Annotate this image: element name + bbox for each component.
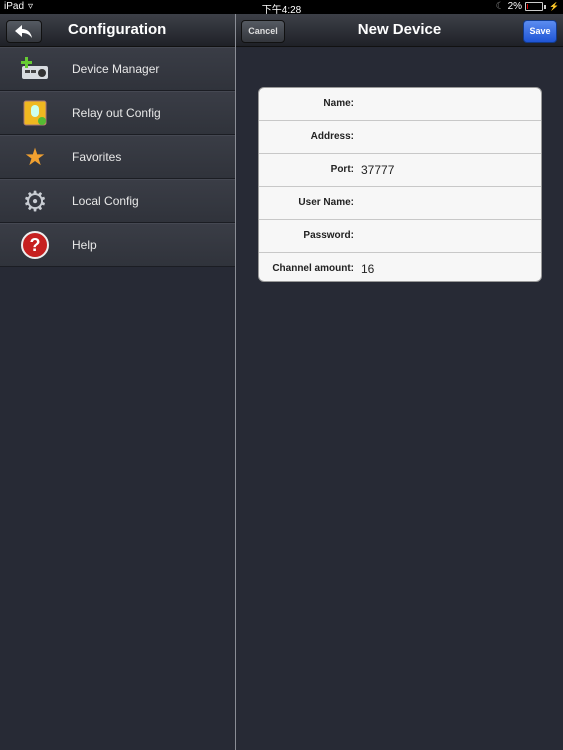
battery-percent: 2%	[507, 1, 523, 12]
field-label: Port:	[330, 164, 354, 175]
page-title: Configuration	[68, 21, 167, 38]
left-navbar: Configuration	[0, 14, 235, 47]
detail-title: New Device	[357, 21, 442, 38]
new-device-form: Name: Address: Port: 37777 User Name: Pa…	[258, 87, 542, 282]
sidebar-item-label: Favorites	[72, 150, 122, 164]
back-button[interactable]	[6, 20, 42, 43]
sidebar-item-local-config[interactable]: ⚙ Local Config	[0, 179, 235, 223]
save-button[interactable]: Save	[523, 20, 557, 43]
sidebar-item-favorites[interactable]: ★ Favorites	[0, 135, 235, 179]
port-field[interactable]: 37777	[361, 154, 394, 186]
field-label: Address:	[310, 131, 354, 142]
status-bar: iPad ▿ 下午4:28 ☾ 2% ⚡	[0, 0, 563, 16]
back-arrow-icon	[15, 25, 32, 38]
sidebar-item-help[interactable]: ? Help	[0, 223, 235, 267]
field-label: User Name:	[298, 197, 354, 208]
sidebar-item-device-manager[interactable]: Device Manager	[0, 47, 235, 91]
split-divider	[235, 14, 236, 750]
right-navbar: Cancel New Device Save	[236, 14, 563, 47]
username-row[interactable]: User Name:	[259, 187, 541, 220]
star-icon: ★	[24, 143, 46, 171]
password-row[interactable]: Password:	[259, 220, 541, 253]
address-row[interactable]: Address:	[259, 121, 541, 154]
sidebar-item-label: Help	[72, 238, 97, 252]
port-row[interactable]: Port: 37777	[259, 154, 541, 187]
moon-icon: ☾	[495, 1, 505, 12]
gear-icon: ⚙	[22, 185, 48, 217]
sidebar-item-label: Local Config	[72, 194, 139, 208]
relay-config-icon	[19, 99, 51, 127]
sidebar-item-label: Device Manager	[72, 62, 160, 76]
channel-amount-field[interactable]: 16	[361, 253, 374, 281]
help-icon: ?	[19, 231, 51, 259]
field-label: Channel amount:	[272, 263, 354, 274]
battery-icon	[525, 2, 544, 11]
sidebar-item-label: Relay out Config	[72, 106, 161, 120]
sidebar-item-relay-config[interactable]: Relay out Config	[0, 91, 235, 135]
field-label: Password:	[303, 230, 354, 241]
field-label: Name:	[323, 98, 354, 109]
channel-amount-row[interactable]: Channel amount: 16	[259, 253, 541, 281]
sidebar: Device Manager Relay out Config ★ Favori…	[0, 47, 235, 267]
device-manager-icon	[19, 55, 51, 83]
name-row[interactable]: Name:	[259, 88, 541, 121]
charging-icon: ⚡	[549, 2, 559, 11]
svg-text:?: ?	[30, 235, 41, 255]
